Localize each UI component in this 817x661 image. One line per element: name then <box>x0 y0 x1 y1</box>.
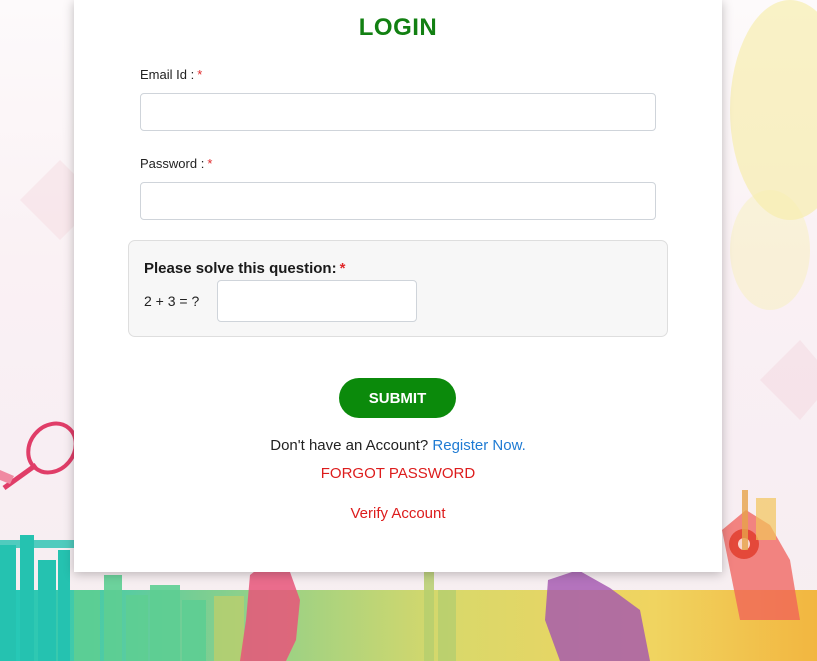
password-field[interactable] <box>140 182 656 220</box>
forgot-password-link[interactable]: FORGOT PASSWORD <box>74 465 722 482</box>
email-required-mark: * <box>197 67 203 82</box>
email-label: Email Id : * <box>140 67 202 82</box>
verify-account-link[interactable]: Verify Account <box>74 505 722 522</box>
submit-button[interactable]: SUBMIT <box>339 378 456 418</box>
racket-graphic <box>0 421 78 491</box>
register-link[interactable]: Register Now. <box>432 437 525 454</box>
login-card: LOGIN Email Id : * Password : * Please sol… <box>74 0 722 572</box>
captcha-title: Please solve this question: * <box>144 260 345 277</box>
register-prompt: Don't have an Account? Register Now. <box>74 437 722 454</box>
no-account-text: Don't have an Account? <box>270 437 429 454</box>
password-label-text: Password : <box>140 156 205 171</box>
captcha-title-text: Please solve this question: <box>144 260 337 277</box>
email-field[interactable] <box>140 93 656 131</box>
password-label: Password : * <box>140 156 212 171</box>
captcha-answer-input[interactable] <box>217 280 417 322</box>
login-title: LOGIN <box>358 14 438 41</box>
captcha-question: 2 + 3 = ? <box>144 293 200 309</box>
password-required-mark: * <box>207 156 213 171</box>
captcha-required-mark: * <box>339 260 346 277</box>
captcha-panel: Please solve this question: * 2 + 3 = ? <box>128 240 668 337</box>
email-label-text: Email Id : <box>140 67 195 82</box>
